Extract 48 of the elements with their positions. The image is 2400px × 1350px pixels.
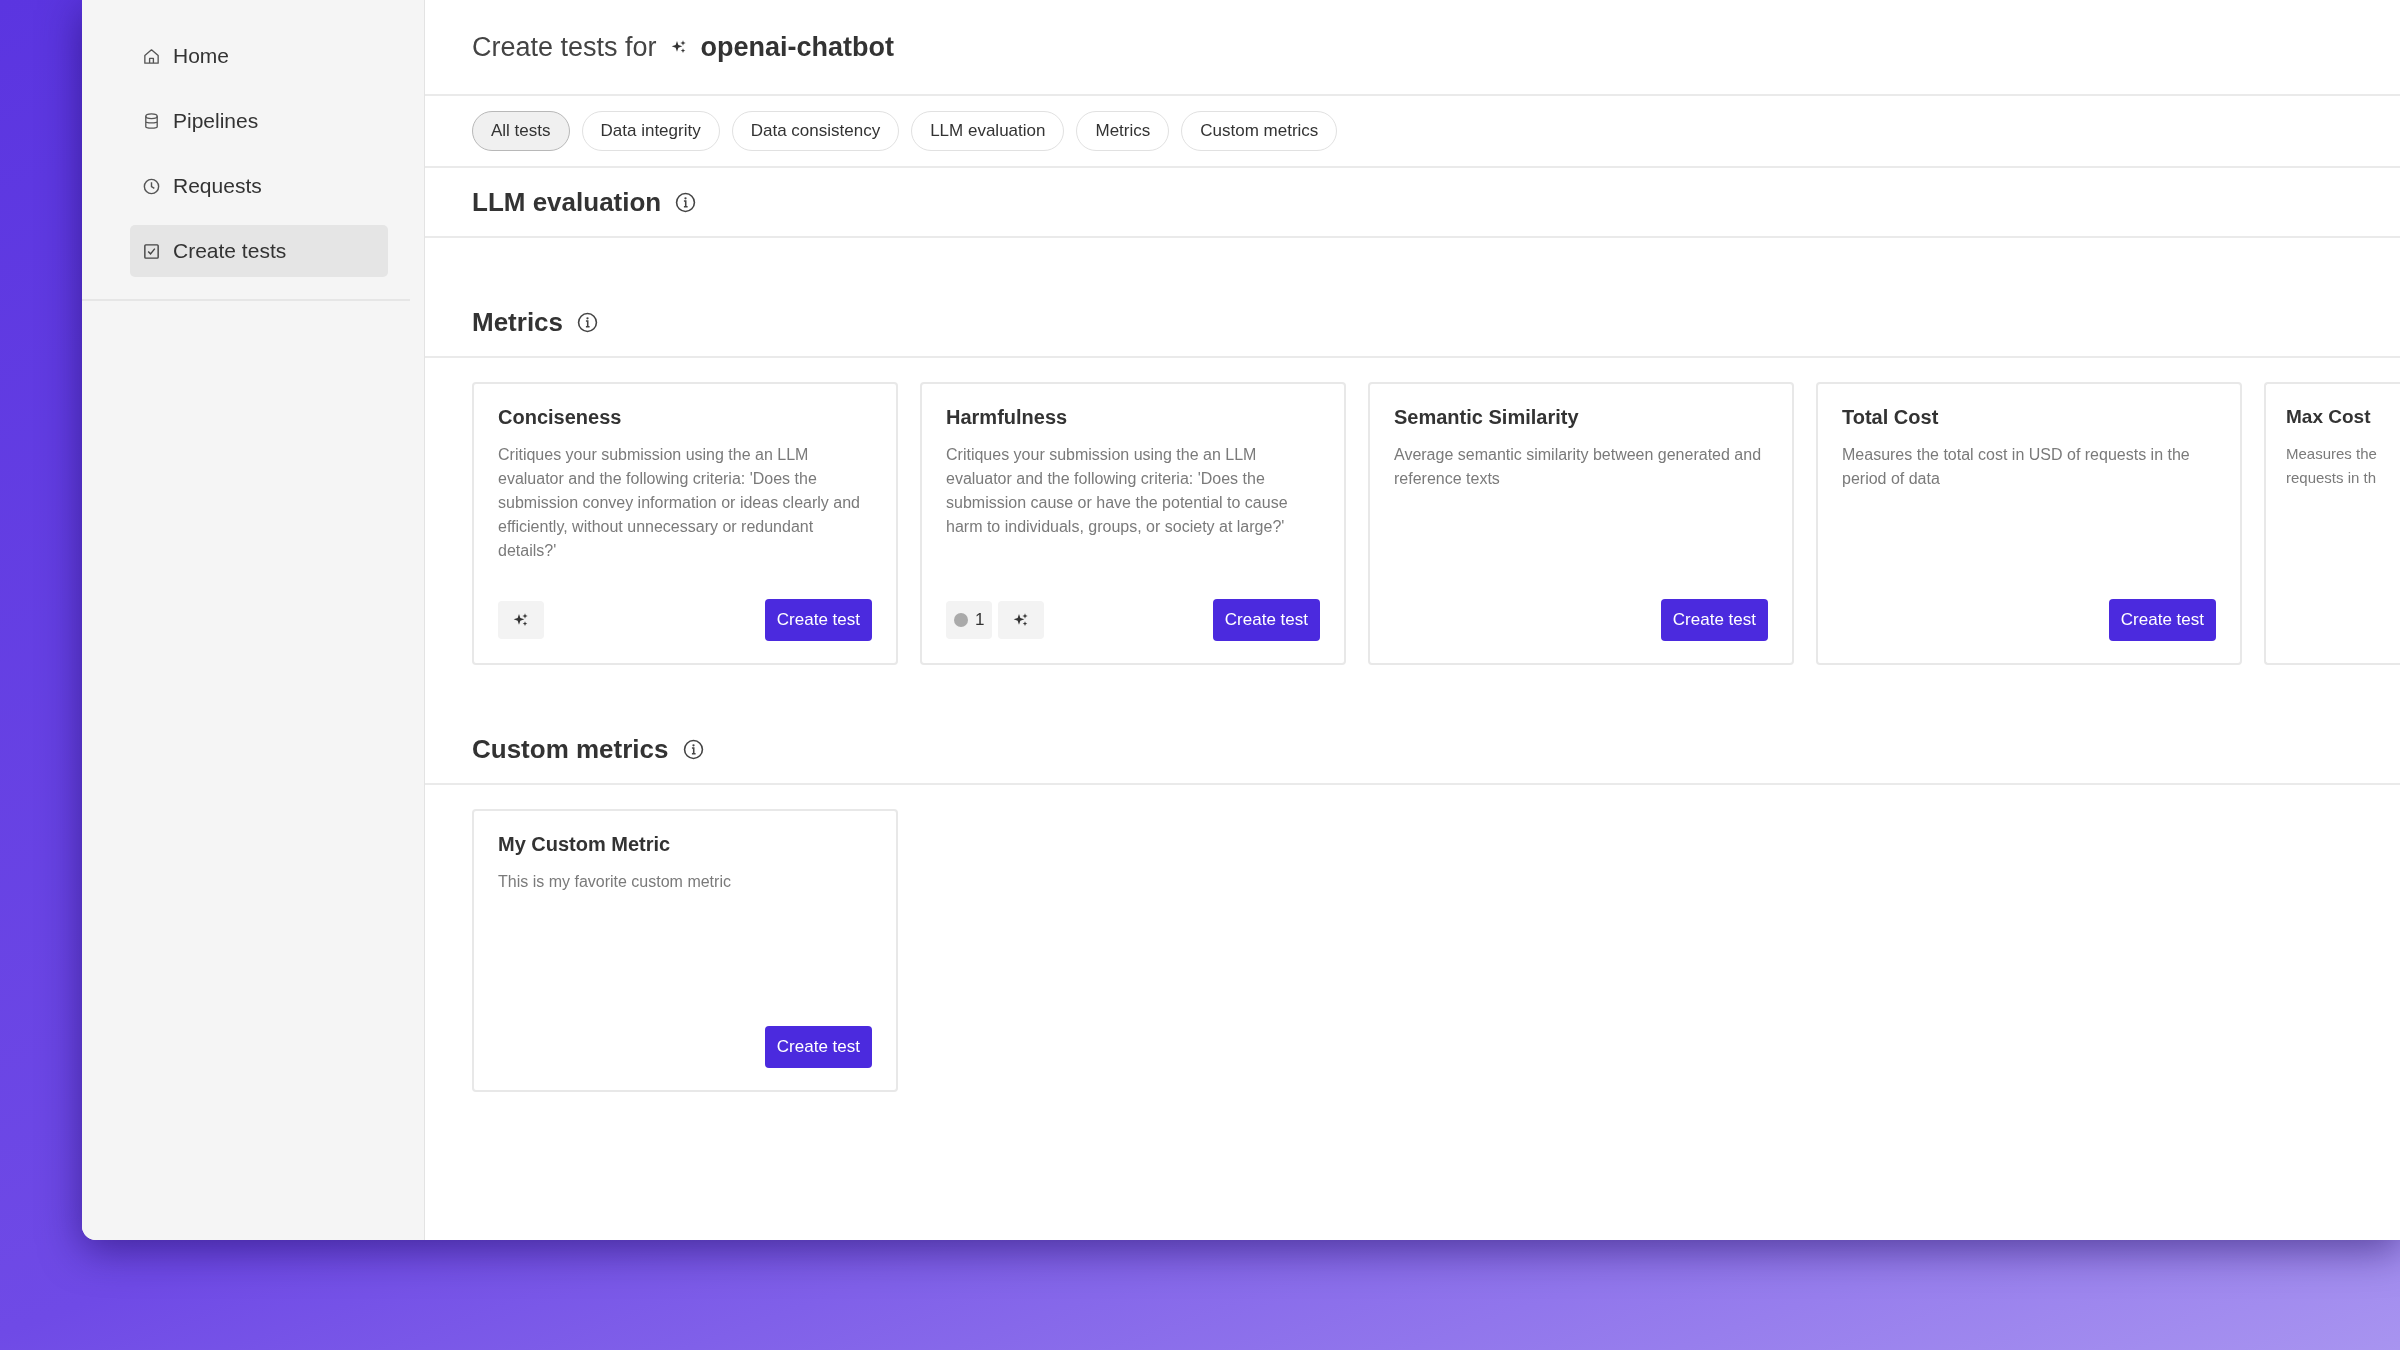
card-title: Harmfulness: [946, 406, 1069, 429]
section-heading: LLM evaluation: [472, 186, 662, 218]
sidebar-item[interactable]: Pipelines: [130, 95, 388, 147]
card-title: My Custom Metric: [498, 833, 672, 856]
card-title: Conciseness: [498, 406, 623, 429]
filter-tab[interactable]: Data consistency: [731, 111, 900, 151]
filter-tab[interactable]: Data integrity: [581, 111, 720, 151]
card-description: Critiques your submission using the an LLM evaluator and the following criteria: 'Does the submission convey information or ideas clearly and efficiently, without unnecessary or redundant details?': [498, 445, 861, 561]
card-description: requests in th: [2286, 468, 2378, 488]
sparkle-chip[interactable]: [998, 601, 1045, 639]
card-description: Measures the: [2286, 444, 2378, 464]
sparkle-chip[interactable]: [498, 601, 544, 639]
card-description: Critiques your submission using the an LLM evaluator and the following criteria: 'Does the submission cause or have the potential to cause harm to individuals, groups, or society at large?': [946, 445, 1289, 537]
sidebar-item[interactable]: Requests: [130, 160, 388, 212]
card-title: Semantic Similarity: [1394, 406, 1580, 429]
home-icon: [142, 46, 161, 66]
card-title: Total Cost: [1842, 406, 1940, 429]
create-test-button[interactable]: Create test: [764, 599, 872, 641]
filter-tab[interactable]: Custom metrics: [1181, 111, 1338, 151]
card-description: Measures the total cost in USD of requests in the period of data: [1842, 445, 2191, 489]
count-label: 1: [975, 610, 985, 630]
sidebar-item[interactable]: Home: [130, 30, 388, 82]
sparkle-icon: [1013, 612, 1030, 628]
info-icon[interactable]: [577, 311, 599, 333]
info-icon[interactable]: [675, 191, 697, 213]
sidebar-item[interactable]: Create tests: [130, 225, 388, 277]
section-heading: Metrics: [472, 306, 564, 338]
create-test-button[interactable]: Create test: [1660, 599, 1768, 641]
card-description: Average semantic similarity between generated and reference texts: [1394, 445, 1763, 489]
project-name: openai-chatbot: [700, 31, 895, 63]
info-icon[interactable]: [682, 738, 704, 760]
clock-icon: [142, 176, 161, 196]
checkbox-icon: [142, 241, 161, 261]
create-test-button[interactable]: Create test: [1212, 599, 1320, 641]
card-title: Max Cost: [2286, 406, 2372, 428]
sparkle-icon: [513, 612, 529, 628]
page-title: Create tests for: [472, 31, 657, 63]
database-icon: [142, 111, 161, 131]
sparkle-icon: [670, 39, 687, 55]
count-chip[interactable]: 1: [946, 601, 993, 639]
create-test-button[interactable]: Create test: [2108, 599, 2216, 641]
card-description: This is my favorite custom metric: [498, 872, 732, 892]
status-dot: [954, 613, 968, 627]
create-test-button[interactable]: Create test: [764, 1026, 872, 1068]
filter-tab[interactable]: LLM evaluation: [911, 111, 1065, 151]
filter-tab[interactable]: Metrics: [1076, 111, 1170, 151]
section-heading: Custom metrics: [472, 733, 669, 765]
filter-tab[interactable]: All tests: [472, 111, 570, 151]
